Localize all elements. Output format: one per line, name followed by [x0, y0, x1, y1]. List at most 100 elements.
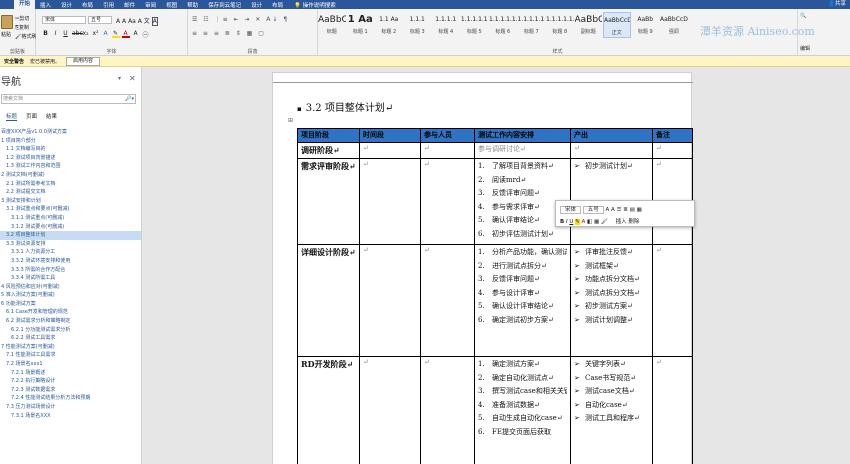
mini-italic-icon[interactable]: I	[566, 219, 568, 225]
tell-me-search[interactable]: 💡 操作说明搜索	[294, 1, 336, 9]
table-cell[interactable]: 详细设计阶段↵	[297, 244, 360, 357]
table-header-cell[interactable]: 时间段	[359, 128, 421, 143]
nav-search-input[interactable]: 搜索文档 🔎▾	[1, 94, 136, 104]
table-cell[interactable]: ↵	[652, 356, 693, 464]
superscript-icon[interactable]: x²	[92, 30, 99, 39]
table-cell[interactable]: ↵	[420, 142, 475, 159]
mini-bold-icon[interactable]: B	[560, 219, 564, 225]
section-heading[interactable]: ▪ 3.2 项目整体计划↵	[297, 99, 393, 114]
nav-heading-item[interactable]: 6.2.2 测试工具需求	[0, 334, 141, 343]
table-cell[interactable]: ↵	[359, 158, 421, 245]
close-icon[interactable]: ✕	[129, 74, 136, 83]
mini-delete-button[interactable]: 删除	[628, 219, 639, 225]
tab-help[interactable]: 帮助	[182, 1, 203, 9]
list-buttons[interactable]: ☰ ☷ ⋮≡ ⇤ ⇥ ✕ A↓ ¶	[192, 16, 289, 23]
nav-heading-item[interactable]: 6.1 Case开发和管理的规范	[0, 308, 141, 317]
bold-icon[interactable]: B	[42, 30, 49, 39]
grow-font-icon[interactable]: A	[116, 18, 120, 25]
table-cell[interactable]: ↵	[359, 244, 421, 357]
nav-tab-results[interactable]: 结果	[46, 112, 57, 121]
nav-heading-item[interactable]: 3.3 测试资源安排	[0, 240, 141, 249]
nav-heading-item[interactable]: 1 项目简介部分	[0, 137, 141, 146]
nav-heading-item[interactable]: 2.2 测试提交文档	[0, 188, 141, 197]
underline-icon[interactable]: U	[62, 30, 69, 39]
nav-heading-item[interactable]: 6 功能测试方案	[0, 300, 141, 309]
format-painter-button[interactable]: 🖌格式刷	[15, 33, 36, 40]
font-color-icon[interactable]: A	[122, 30, 130, 39]
table-cell[interactable]: 需求评审阶段↵	[297, 158, 360, 245]
table-cell[interactable]: ➢ 评审批注反馈↵ ➢ 测试框架↵ ➢ 功能点拆分文档↵ ➢ 测试点拆分文档↵ ➢ 初步测试方案↵…	[570, 244, 653, 357]
table-cell[interactable]: ↵	[652, 142, 693, 159]
italic-icon[interactable]: I	[52, 30, 59, 39]
nav-heading-item[interactable]: 7.2 场景名xxx1	[0, 360, 141, 369]
nav-heading-item[interactable]: 6.2.1 分功能测试需求分析	[0, 326, 141, 335]
nav-heading-item[interactable]: 5 准入测试方案(可删减)	[0, 291, 141, 300]
nav-heading-item[interactable]: 3.3.1 人力资源分工	[0, 248, 141, 257]
mini-bullets-icon[interactable]: ☰	[617, 207, 622, 213]
highlight-icon[interactable]: ✎	[112, 30, 120, 39]
find-icon[interactable]: 🔍	[800, 13, 810, 19]
table-cell[interactable]: ↵	[420, 158, 475, 245]
table-cell[interactable]: ↵	[420, 356, 475, 464]
nav-heading-item[interactable]: 3.3.4 测试所需工具	[0, 274, 141, 283]
tab-table-layout[interactable]: 布局	[267, 1, 288, 9]
subscript-icon[interactable]: x₂	[82, 30, 89, 39]
tab-save-cloud[interactable]: 保存到云笔记	[203, 1, 246, 9]
table-move-handle-icon[interactable]: ⊞	[288, 117, 293, 124]
nav-heading-item[interactable]: 1.2 测试项目背景描述	[0, 154, 141, 163]
mini-size-dropdown[interactable]: 五号	[582, 206, 604, 214]
nav-heading-item[interactable]: 7.2.4 性能测试结果分析方法和预期	[0, 394, 141, 403]
mini-borders-icon[interactable]: ▦	[637, 207, 642, 213]
tab-layout[interactable]: 布局	[77, 1, 98, 9]
char-border-icon[interactable]: A	[151, 17, 158, 26]
nav-tab-headings[interactable]: 标题	[6, 112, 18, 121]
mini-styles-icon[interactable]: ▤	[630, 207, 635, 213]
chevron-down-icon[interactable]: ▾	[118, 75, 121, 82]
strikethrough-icon[interactable]: abc	[72, 30, 83, 39]
tab-table-design[interactable]: 设计	[246, 1, 267, 9]
mini-font-color-icon[interactable]: A	[581, 219, 585, 225]
nav-heading-item[interactable]: 7.1 性能测试工具需求	[0, 351, 141, 360]
table-header-cell[interactable]: 备注	[652, 128, 693, 143]
table-header-cell[interactable]: 产出	[570, 128, 653, 143]
tab-home[interactable]: 开始	[14, 0, 36, 9]
table-cell[interactable]: RD开发阶段↵	[297, 356, 360, 464]
nav-heading-item[interactable]: 6.2 测试需求分析和策略制定	[0, 317, 141, 326]
text-effects-icon[interactable]: A	[102, 30, 109, 39]
phonetic-icon[interactable]: 文	[144, 18, 150, 25]
enable-content-button[interactable]: 启用内容	[66, 56, 101, 66]
nav-heading-item[interactable]: 7 性能测试方案(可删减)	[0, 343, 141, 352]
enclose-icon[interactable]: ㊀	[142, 30, 149, 39]
table-cell[interactable]: ↵	[359, 356, 421, 464]
nav-heading-item[interactable]: 1.3 测试工作内容和范围	[0, 162, 141, 171]
font-size-dropdown[interactable]: 五号	[88, 16, 112, 24]
nav-heading-item[interactable]: 7.3.1 场景名XXX	[0, 412, 141, 421]
nav-heading-item[interactable]: 3.2 项目整体计划	[0, 231, 141, 240]
nav-heading-item[interactable]: 3.1 测试重点和要点(可删减)	[0, 205, 141, 214]
shading-icon[interactable]: A	[132, 30, 139, 39]
table-header-cell[interactable]: 参与人员	[420, 128, 475, 143]
nav-heading-item[interactable]: 7.2.2 执行策略设计	[0, 377, 141, 386]
nav-heading-item[interactable]: 2.1 测试所需参考文档	[0, 180, 141, 189]
nav-heading-item[interactable]: 3.3.3 所需的合作方配合	[0, 266, 141, 275]
change-case-icon[interactable]: Aa	[128, 18, 136, 25]
table-cell[interactable]: 调研阶段↵	[297, 142, 360, 159]
table-header-cell[interactable]: 项目阶段	[297, 128, 360, 143]
plan-table[interactable]: 项目阶段 时间段 参与人员 测试工作内容安排 产出 备注 调研阶段↵ ↵ ↵ 参与调研讨论↵ ↵ ↵…	[297, 128, 693, 464]
tab-insert[interactable]: 插入	[35, 1, 56, 9]
mini-underline-icon[interactable]: U	[569, 219, 573, 225]
mini-shrink-font-icon[interactable]: A	[611, 207, 615, 213]
nav-heading-item[interactable]: 百度XXX产品v1.0.0测试方案	[0, 128, 141, 137]
mini-numbering-icon[interactable]: ≣	[623, 207, 628, 213]
table-cell[interactable]: ↵	[420, 244, 475, 357]
nav-heading-item[interactable]: 3.1.2 测试要点(可删减)	[0, 223, 141, 232]
align-buttons[interactable]: ≡ ≡ ≡ ≣ ⇕ ▦ ▢	[192, 30, 266, 37]
mini-table-borders-icon[interactable]: ▦	[594, 219, 599, 225]
nav-heading-item[interactable]: 2 测试文档(可删减)	[0, 171, 141, 180]
mini-font-dropdown[interactable]: 宋体	[560, 206, 582, 214]
nav-heading-item[interactable]: 1.1 文档编写目的	[0, 145, 141, 154]
nav-heading-item[interactable]: 3.3.2 测试环境安排和使用	[0, 257, 141, 266]
tab-design[interactable]: 设计	[56, 1, 77, 9]
table-cell[interactable]: 参与调研讨论↵	[474, 142, 571, 159]
nav-heading-item[interactable]: 7.2.1 场景概述	[0, 369, 141, 378]
